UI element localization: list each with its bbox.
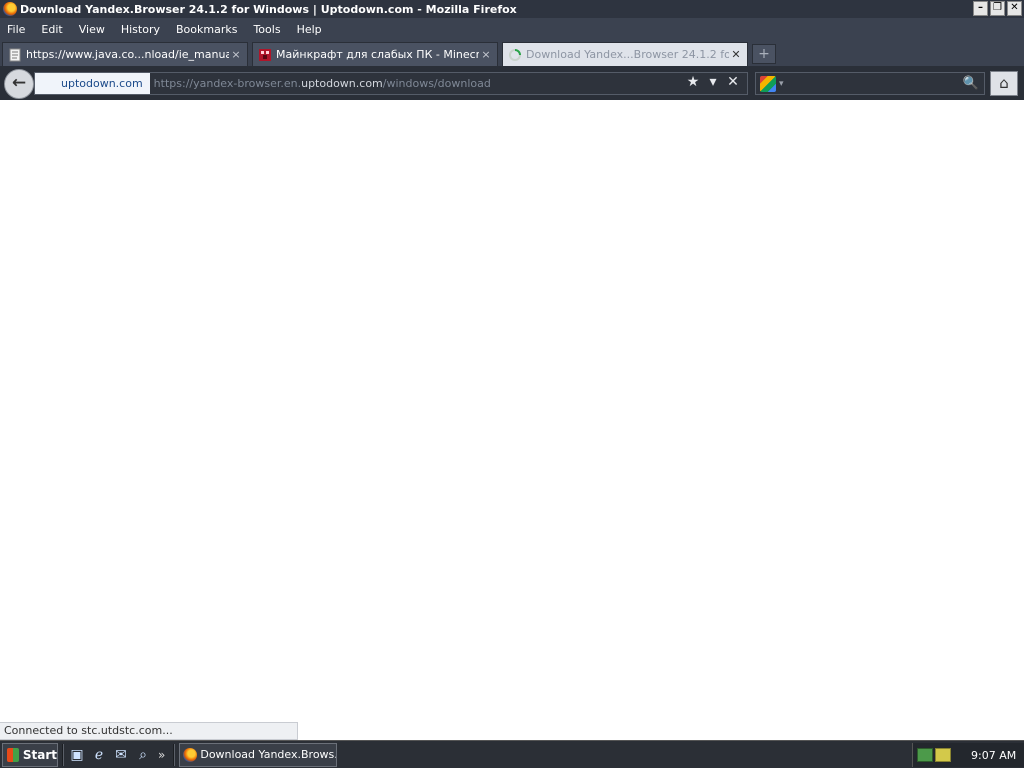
close-button[interactable]: ✕ <box>1007 1 1022 16</box>
home-button[interactable]: ⌂ <box>990 71 1018 96</box>
loading-spinner-icon <box>509 48 521 61</box>
mail-icon[interactable]: ✉ <box>112 746 130 764</box>
tab-close-icon[interactable]: × <box>229 48 243 61</box>
title-bar: Download Yandex.Browser 24.1.2 for Windo… <box>0 0 1024 18</box>
security-tray-icon[interactable] <box>935 748 951 762</box>
minimize-button[interactable]: – <box>973 1 988 16</box>
history-dropdown-icon[interactable]: ▾ <box>705 74 721 90</box>
taskbar-separator <box>62 743 64 766</box>
url-prefix: https://yandex-browser.en. <box>153 77 302 90</box>
start-label: Start <box>22 747 57 762</box>
tab-minecraft[interactable]: Майнкрафт для слабых ПК - Minecraft ... … <box>252 42 498 66</box>
tab-label: Майнкрафт для слабых ПК - Minecraft ... <box>276 48 479 61</box>
menu-tools[interactable]: Tools <box>245 23 288 36</box>
window-controls: – ❐ ✕ <box>973 1 1022 16</box>
search-input[interactable] <box>789 74 962 93</box>
tab-close-icon[interactable]: ✕ <box>729 48 743 61</box>
menu-file[interactable]: File <box>0 23 33 36</box>
menu-help[interactable]: Help <box>289 23 330 36</box>
page-content <box>0 100 1024 740</box>
tab-label: Download Yandex...Browser 24.1.2 for Wi.… <box>526 48 729 61</box>
menu-edit[interactable]: Edit <box>33 23 70 36</box>
internet-explorer-icon[interactable]: ℯ <box>90 746 108 764</box>
firefox-logo-icon <box>3 2 17 16</box>
navigation-toolbar: ← uptodown.com https://yandex-browser.en… <box>0 66 1024 100</box>
search-engine-dropdown-icon[interactable]: ▾ <box>779 79 784 89</box>
show-desktop-icon[interactable]: ▣ <box>68 746 86 764</box>
taskbar: Start ▣ ℯ ✉ ⌕ » Download Yandex.Brows...… <box>0 740 1024 768</box>
menu-bookmarks[interactable]: Bookmarks <box>168 23 245 36</box>
firefox-logo-icon <box>183 747 198 762</box>
tab-yandex-download[interactable]: Download Yandex...Browser 24.1.2 for Wi.… <box>502 42 748 66</box>
google-icon[interactable] <box>760 75 776 92</box>
taskbar-item-label: Download Yandex.Brows... <box>200 748 338 761</box>
minecraft-icon <box>259 48 271 61</box>
stop-icon[interactable]: ✕ <box>725 74 741 90</box>
document-icon <box>9 48 21 61</box>
quick-launch-more-icon[interactable]: » <box>158 748 165 762</box>
start-button[interactable]: Start <box>2 742 58 767</box>
url-path: /windows/download <box>382 77 491 90</box>
clock[interactable]: 9:07 AM <box>971 749 1016 762</box>
home-icon: ⌂ <box>999 74 1009 92</box>
taskbar-separator <box>173 743 176 766</box>
url-host: uptodown.com <box>301 77 383 90</box>
search-magnifier-icon[interactable]: 🔍 <box>962 76 980 91</box>
menu-view[interactable]: View <box>71 23 113 36</box>
menu-bar: File Edit View History Bookmarks Tools H… <box>0 18 1024 40</box>
tab-close-icon[interactable]: × <box>479 48 493 61</box>
url-bar-icons: ★ ▾ ✕ <box>685 74 741 90</box>
back-button[interactable]: ← <box>4 69 34 99</box>
url-bar[interactable]: uptodown.com https://yandex-browser.en.u… <box>34 72 748 95</box>
tab-bar: https://www.java.co...nload/ie_manual.js… <box>0 40 1024 66</box>
search-box: ▾ 🔍 <box>755 72 985 95</box>
windows-flag-icon <box>7 747 19 762</box>
restore-button[interactable]: ❐ <box>990 1 1005 16</box>
site-identity-button[interactable]: uptodown.com <box>35 73 150 94</box>
new-tab-button[interactable]: + <box>752 44 776 64</box>
system-tray: 9:07 AM <box>912 743 1024 767</box>
network-tray-icon[interactable] <box>917 748 933 762</box>
arrow-left-icon: ← <box>11 73 27 93</box>
menu-history[interactable]: History <box>113 23 168 36</box>
taskbar-item-firefox[interactable]: Download Yandex.Brows... <box>179 742 338 767</box>
status-panel: Connected to stc.utdstc.com... <box>0 722 298 740</box>
search-folder-icon[interactable]: ⌕ <box>134 746 152 764</box>
window-title: Download Yandex.Browser 24.1.2 for Windo… <box>20 2 517 16</box>
bookmark-star-icon[interactable]: ★ <box>685 74 701 90</box>
tab-label: https://www.java.co...nload/ie_manual.js… <box>26 48 229 61</box>
tab-java-manual[interactable]: https://www.java.co...nload/ie_manual.js… <box>2 42 248 66</box>
url-text[interactable]: https://yandex-browser.en.uptodown.com/w… <box>154 77 491 90</box>
